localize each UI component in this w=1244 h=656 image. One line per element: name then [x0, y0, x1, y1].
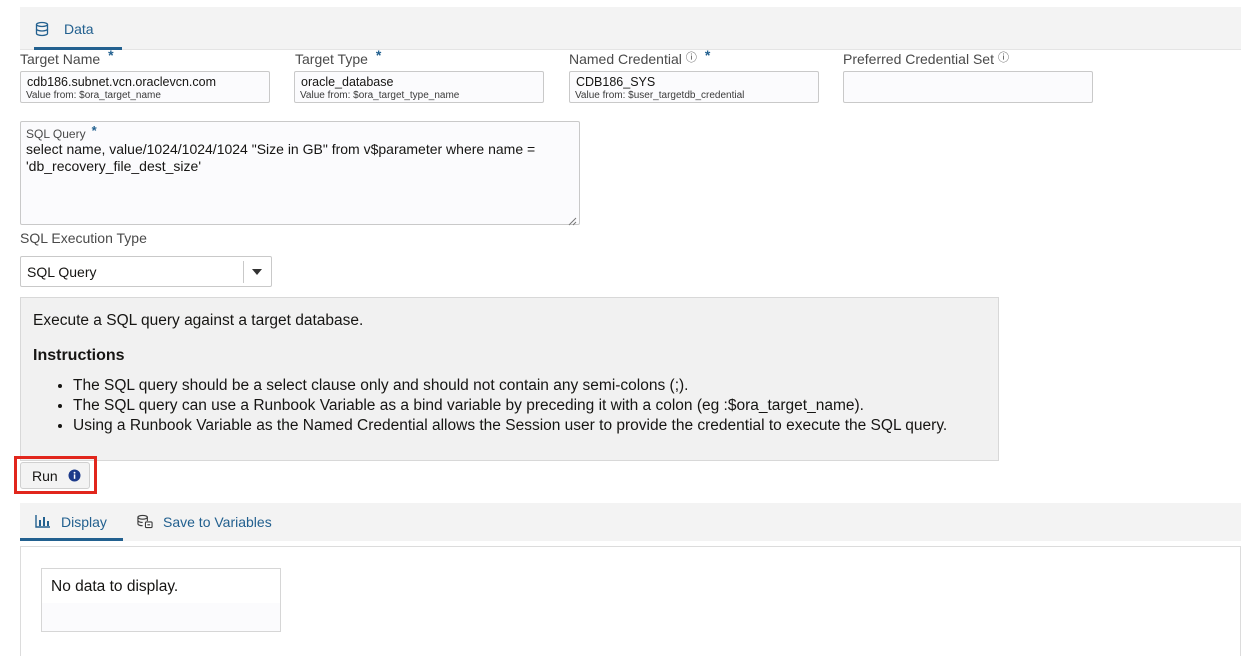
- tab-display[interactable]: Display: [20, 503, 123, 541]
- instructions-description: Execute a SQL query against a target dat…: [33, 312, 364, 329]
- sql-execution-type-label: SQL Execution Type: [20, 230, 147, 246]
- chevron-down-icon[interactable]: [252, 269, 262, 275]
- instructions-item: The SQL query can use a Runbook Variable…: [73, 396, 947, 416]
- sql-query-text: select name, value/1024/1024/1024 "Size …: [26, 141, 536, 174]
- result-tab-bar: Display Save to Variables: [20, 503, 1241, 541]
- info-icon[interactable]: ⓘ: [998, 49, 1009, 65]
- chart-icon: [35, 514, 51, 530]
- tab-data[interactable]: Data: [34, 7, 122, 50]
- instructions-item: Using a Runbook Variable as the Named Cr…: [73, 416, 947, 436]
- top-tab-bar: Data: [20, 7, 1241, 50]
- info-icon[interactable]: ⓘ: [686, 49, 697, 65]
- named-credential-label: Named Credential ⓘ *: [569, 47, 710, 68]
- sql-query-label-text: SQL Query: [26, 127, 86, 141]
- target-name-hint: Value from: $ora_target_name: [26, 90, 161, 101]
- sql-execution-type-select[interactable]: SQL Query: [20, 256, 272, 287]
- target-type-label: Target Type *: [295, 47, 381, 67]
- target-name-label: Target Name *: [20, 47, 114, 67]
- instructions-panel: Execute a SQL query against a target dat…: [20, 297, 999, 461]
- preferred-credential-set-label-text: Preferred Credential Set: [843, 51, 994, 67]
- named-credential-value: CDB186_SYS: [576, 75, 656, 89]
- target-type-hint: Value from: $ora_target_type_name: [300, 90, 460, 101]
- no-data-message: No data to display.: [51, 578, 179, 595]
- resize-handle-icon[interactable]: [568, 213, 577, 226]
- target-type-value: oracle_database: [301, 75, 394, 89]
- sql-query-label: SQL Query *: [26, 123, 97, 141]
- tab-save-to-variables[interactable]: Save to Variables: [137, 503, 272, 541]
- required-marker: *: [704, 47, 711, 63]
- instructions-list: The SQL query should be a select clause …: [33, 376, 947, 436]
- select-divider: [243, 261, 244, 283]
- tab-save-to-variables-label: Save to Variables: [163, 514, 272, 530]
- required-marker: *: [91, 123, 97, 138]
- sql-query-textarea[interactable]: SQL Query * select name, value/1024/1024/…: [20, 121, 580, 226]
- empty-results-card-footer: [42, 603, 280, 631]
- target-name-value: cdb186.subnet.vcn.oraclevcn.com: [27, 75, 216, 89]
- empty-results-card: No data to display.: [41, 568, 281, 632]
- save-variables-icon: [137, 514, 153, 530]
- named-credential-field[interactable]: CDB186_SYS Value from: $user_targetdb_cr…: [569, 71, 819, 103]
- required-marker: *: [108, 47, 114, 63]
- named-credential-label-text: Named Credential: [569, 51, 682, 67]
- target-name-field[interactable]: cdb186.subnet.vcn.oraclevcn.com Value fr…: [20, 71, 270, 103]
- instructions-heading: Instructions: [33, 347, 125, 364]
- preferred-credential-set-label: Preferred Credential Set ⓘ: [843, 51, 1009, 68]
- database-icon: [34, 21, 50, 37]
- required-marker: *: [375, 47, 382, 63]
- results-panel: No data to display.: [20, 546, 1241, 656]
- target-name-label-text: Target Name: [20, 51, 101, 67]
- instructions-item: The SQL query should be a select clause …: [73, 376, 947, 396]
- named-credential-hint: Value from: $user_targetdb_credential: [575, 90, 745, 101]
- run-button-label: Run: [32, 467, 58, 484]
- target-type-field[interactable]: oracle_database Value from: $ora_target_…: [294, 71, 544, 103]
- tab-data-label: Data: [64, 20, 94, 37]
- tab-display-label: Display: [61, 514, 107, 530]
- sql-execution-type-value: SQL Query: [27, 264, 97, 280]
- target-type-label-text: Target Type: [295, 51, 368, 67]
- run-button[interactable]: Run: [20, 462, 90, 489]
- info-filled-icon[interactable]: [68, 469, 81, 482]
- preferred-credential-set-field[interactable]: [843, 71, 1093, 103]
